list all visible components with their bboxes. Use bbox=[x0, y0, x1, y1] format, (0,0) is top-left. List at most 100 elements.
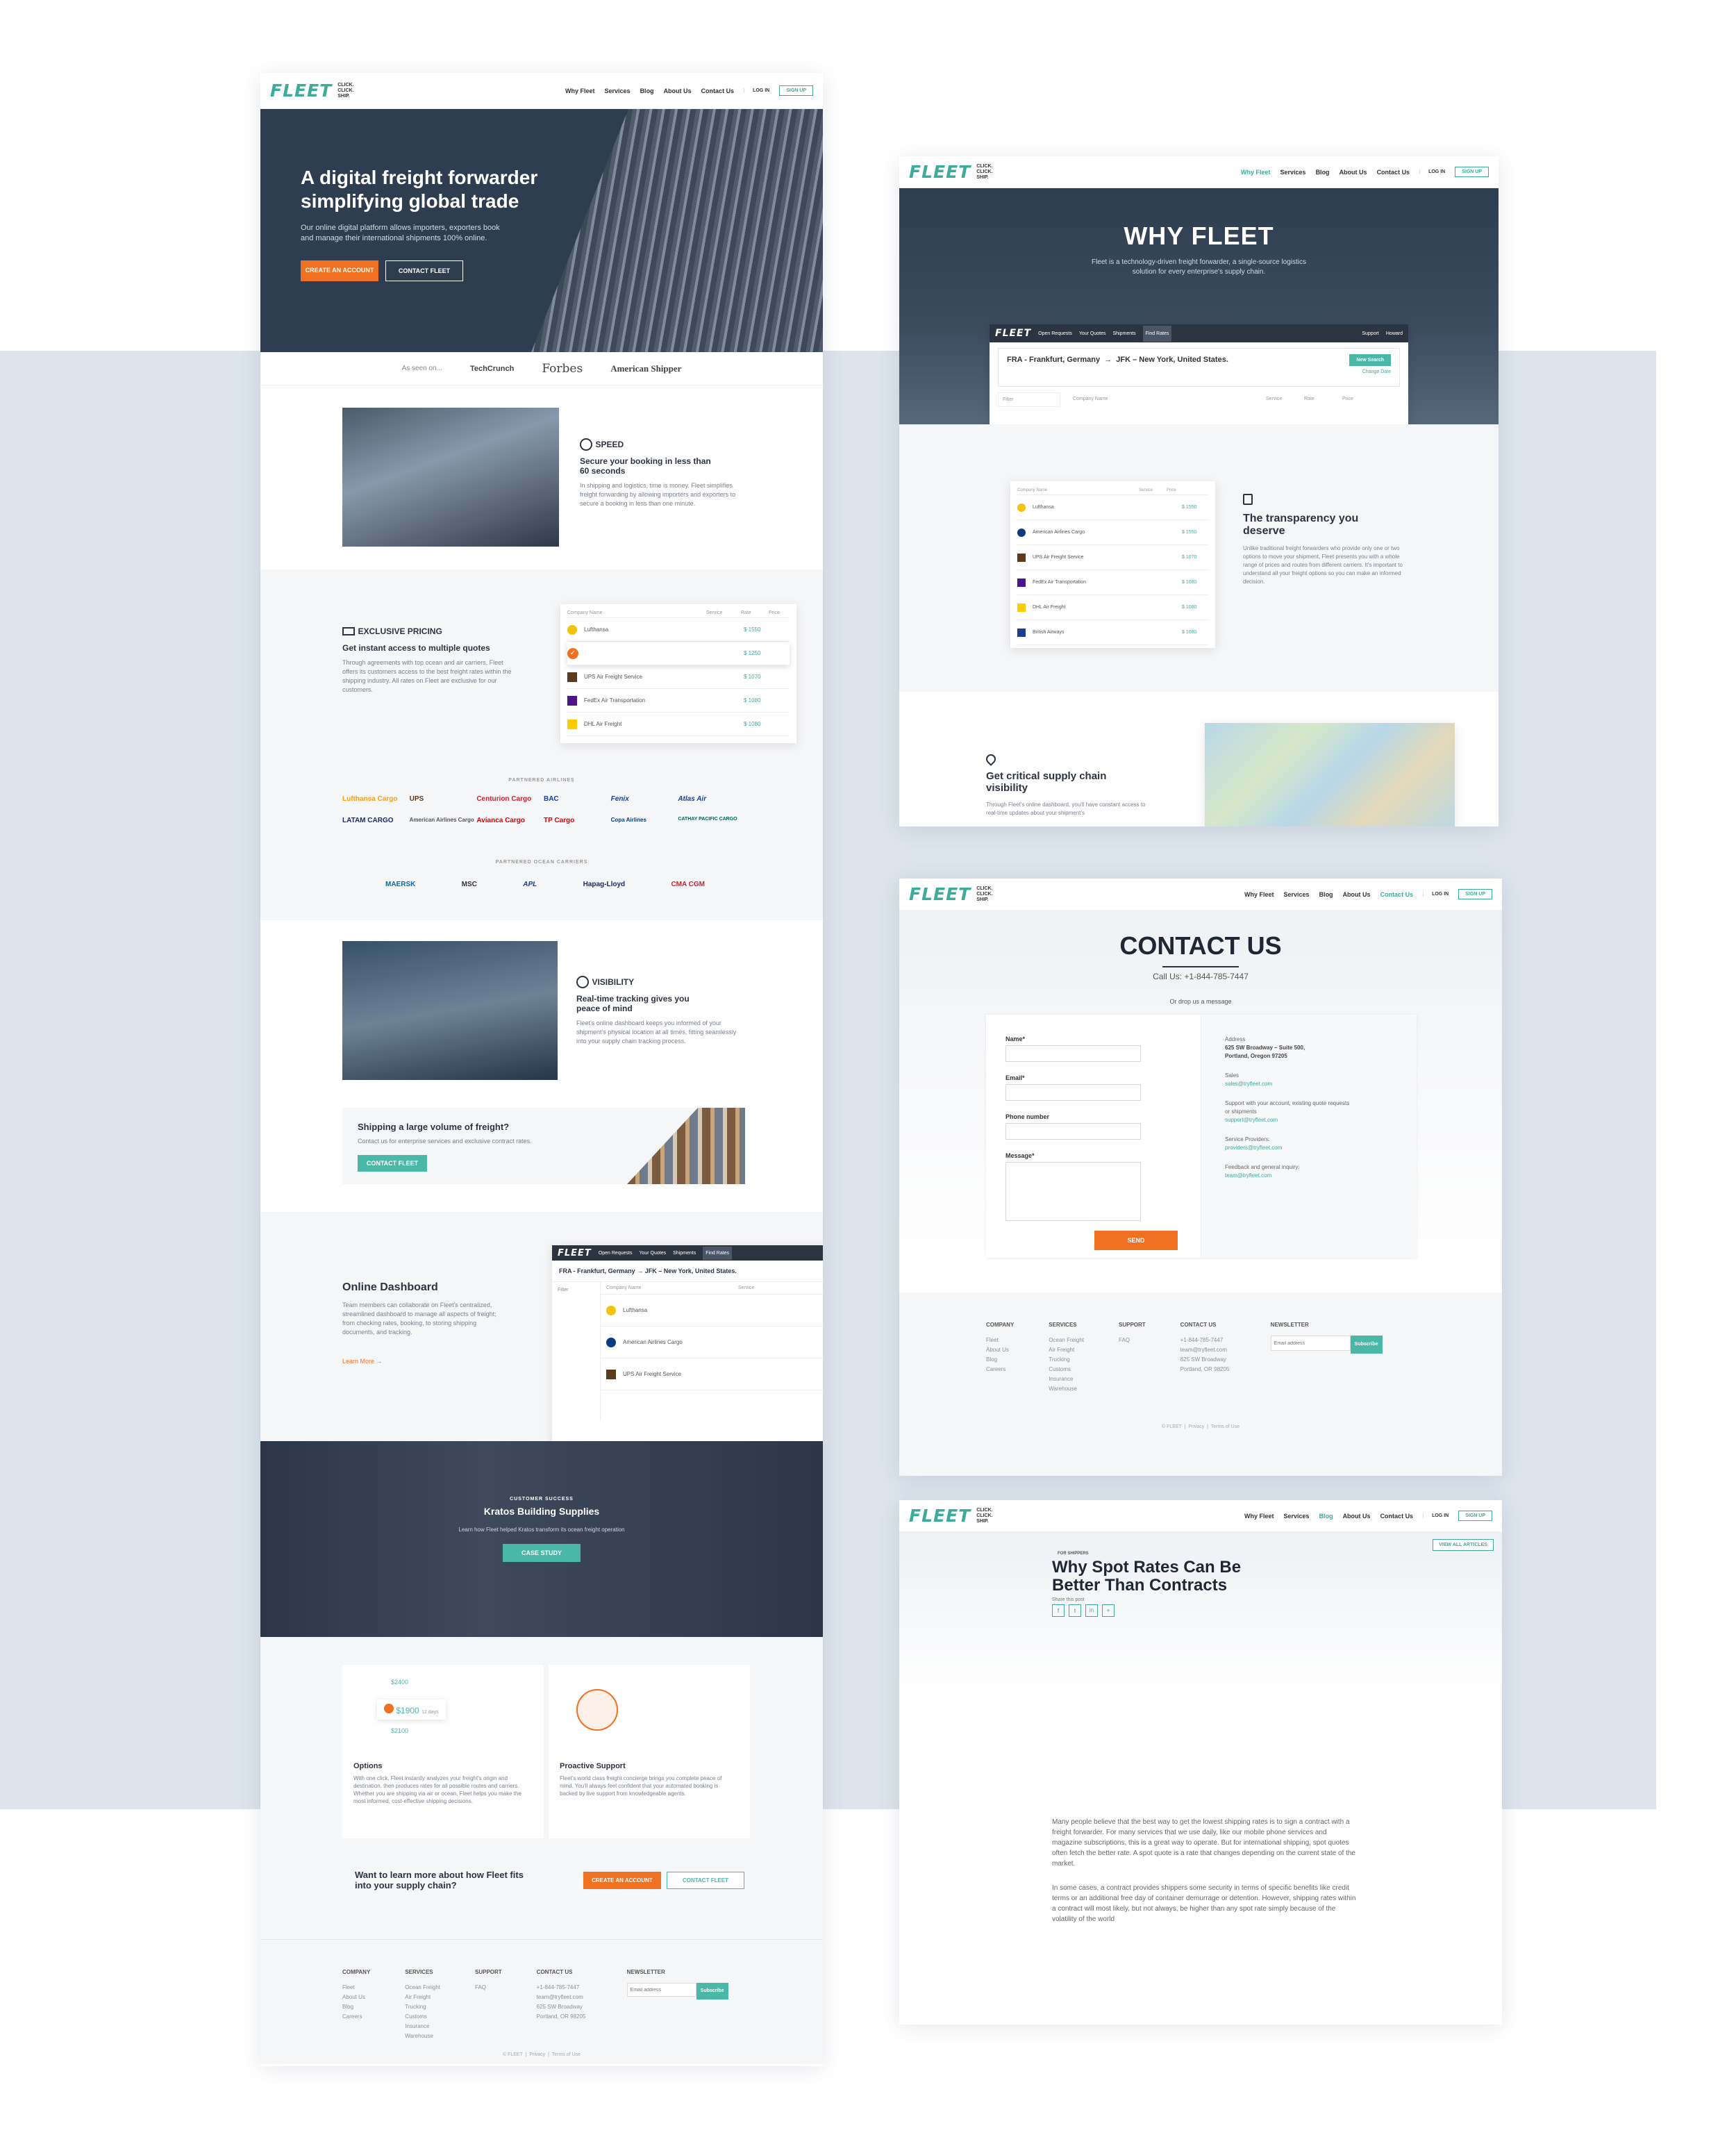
name-input[interactable] bbox=[1005, 1045, 1141, 1062]
app-tab[interactable]: Your Quotes bbox=[1079, 331, 1106, 336]
nav-about[interactable]: About Us bbox=[1343, 891, 1371, 898]
dash-row[interactable]: UPS Air Freight Service bbox=[601, 1358, 823, 1390]
login-link[interactable]: LOG IN bbox=[744, 88, 769, 93]
nav-why[interactable]: Why Fleet bbox=[1244, 891, 1274, 898]
dash-tab[interactable]: Your Quotes bbox=[639, 1251, 666, 1256]
login-link[interactable]: LOG IN bbox=[1419, 169, 1445, 174]
change-date-link[interactable]: Change Date bbox=[1362, 369, 1391, 374]
nav-services[interactable]: Services bbox=[1284, 1513, 1310, 1520]
nav-contact[interactable]: Contact Us bbox=[1377, 169, 1410, 176]
twitter-icon[interactable]: t bbox=[1069, 1604, 1081, 1617]
nav-why[interactable]: Why Fleet bbox=[1241, 169, 1271, 176]
signup-button[interactable]: SIGN UP bbox=[1458, 1511, 1492, 1521]
nav-about[interactable]: About Us bbox=[664, 88, 692, 94]
quote-row[interactable]: UPS Air Freight Service $ 1070 bbox=[567, 665, 790, 689]
drop-text: Or drop us a message bbox=[1169, 998, 1232, 1005]
newsletter-input[interactable] bbox=[1270, 1336, 1351, 1351]
nav-contact[interactable]: Contact Us bbox=[701, 88, 735, 94]
filter-label[interactable]: Filter bbox=[998, 392, 1060, 407]
nav-blog[interactable]: Blog bbox=[1319, 1513, 1333, 1520]
app-tab[interactable]: Shipments bbox=[1113, 331, 1136, 336]
newsletter-input[interactable] bbox=[626, 1983, 696, 1997]
app-support[interactable]: Support bbox=[1362, 331, 1379, 336]
signup-button[interactable]: SIGN UP bbox=[1458, 889, 1492, 899]
nav-blog[interactable]: Blog bbox=[1319, 891, 1333, 898]
nav-contact[interactable]: Contact Us bbox=[1380, 891, 1414, 898]
dash-tab[interactable]: Shipments bbox=[673, 1251, 696, 1256]
case-study-button[interactable]: CASE STUDY bbox=[503, 1544, 581, 1562]
logo[interactable]: FLEET bbox=[270, 81, 332, 101]
airline-logos: Lufthansa Cargo UPS Centurion Cargo BAC … bbox=[342, 795, 745, 824]
ocean-logo: MSC bbox=[461, 881, 477, 888]
nav-why[interactable]: Why Fleet bbox=[565, 88, 595, 94]
contact-fleet-button[interactable]: CONTACT FLEET bbox=[385, 260, 463, 281]
rate-row[interactable]: FedEx Air Transportation $ 1080 bbox=[1017, 570, 1208, 595]
speed-title: SPEED bbox=[595, 440, 624, 450]
sales-email-link[interactable]: sales@tryfleet.com bbox=[1225, 1080, 1393, 1088]
supply-visibility-section: Get critical supply chain visibility Thr… bbox=[899, 692, 1499, 826]
quote-row[interactable]: DHL Air Freight $ 1080 bbox=[567, 713, 790, 736]
rate-row[interactable]: UPS Air Freight Service $ 1070 bbox=[1017, 545, 1208, 570]
privacy-link[interactable]: Privacy bbox=[1188, 1424, 1204, 1429]
login-link[interactable]: LOG IN bbox=[1423, 892, 1449, 897]
customer-kicker: CUSTOMER SUCCESS bbox=[510, 1497, 574, 1502]
rate-row[interactable]: DHL Air Freight $ 1080 bbox=[1017, 595, 1208, 620]
blog-paragraph-2: In some cases, a contract provides shipp… bbox=[1052, 1884, 1356, 1923]
new-search-button[interactable]: New Search bbox=[1349, 354, 1391, 366]
nav-about[interactable]: About Us bbox=[1339, 169, 1367, 176]
app-user[interactable]: Howard bbox=[1386, 331, 1403, 336]
check-icon: ✓ bbox=[567, 647, 578, 659]
contact-body: CONTACT US Call Us: +1-844-785-7447 Or d… bbox=[899, 911, 1502, 1292]
features-section: $2400 $1900 12 days $2100 Options With o… bbox=[260, 1637, 823, 1939]
terms-link[interactable]: Terms of Use bbox=[552, 2052, 581, 2057]
nav-services[interactable]: Services bbox=[605, 88, 631, 94]
supply-visibility-title: Get critical supply chain visibility bbox=[986, 770, 1107, 794]
volume-contact-button[interactable]: CONTACT FLEET bbox=[358, 1155, 427, 1172]
app-tab-active[interactable]: Find Rates bbox=[1142, 325, 1172, 342]
signup-button[interactable]: SIGN UP bbox=[779, 85, 813, 96]
cta-contact-button[interactable]: CONTACT FLEET bbox=[667, 1872, 744, 1889]
nav-contact[interactable]: Contact Us bbox=[1380, 1513, 1414, 1520]
dash-route-to: JFK – New York, United States. bbox=[644, 1267, 737, 1274]
call-text: Call Us: +1-844-785-7447 bbox=[1153, 972, 1249, 981]
providers-email-link[interactable]: providers@tryfleet.com bbox=[1225, 1144, 1393, 1152]
transparency-title: The transparency you deserve bbox=[1243, 513, 1359, 537]
email-input[interactable] bbox=[1005, 1084, 1141, 1101]
dash-tab[interactable]: Open Requests bbox=[599, 1251, 633, 1256]
create-account-button[interactable]: CREATE AN ACCOUNT bbox=[301, 260, 378, 281]
rate-row[interactable]: British Airways $ 1080 bbox=[1017, 620, 1208, 645]
dash-tab-active[interactable]: Find Rates bbox=[703, 1246, 733, 1260]
view-all-articles-button[interactable]: VIEW ALL ARTICLES bbox=[1433, 1539, 1494, 1551]
quote-row-selected[interactable]: ✓ $ 1250 bbox=[567, 642, 790, 665]
subscribe-button[interactable]: Subscribe bbox=[696, 1983, 728, 2000]
nav-blog[interactable]: Blog bbox=[1316, 169, 1330, 176]
dash-row[interactable]: American Airlines Cargo bbox=[601, 1327, 823, 1358]
nav-services[interactable]: Services bbox=[1280, 169, 1306, 176]
rate-row[interactable]: Lufthansa $ 1550 bbox=[1017, 495, 1208, 520]
nav-why[interactable]: Why Fleet bbox=[1244, 1513, 1274, 1520]
speed-photo bbox=[342, 408, 559, 547]
signup-button[interactable]: SIGN UP bbox=[1455, 167, 1489, 177]
privacy-link[interactable]: Privacy bbox=[529, 2052, 545, 2057]
nav-services[interactable]: Services bbox=[1284, 891, 1310, 898]
message-textarea[interactable] bbox=[1005, 1162, 1141, 1221]
cta-create-button[interactable]: CREATE AN ACCOUNT bbox=[583, 1872, 661, 1889]
subscribe-button[interactable]: Subscribe bbox=[1350, 1336, 1383, 1354]
rate-row[interactable]: American Airlines Cargo $ 1550 bbox=[1017, 520, 1208, 545]
support-email-link[interactable]: support@tryfleet.com bbox=[1225, 1116, 1393, 1124]
linkedin-icon[interactable]: in bbox=[1085, 1604, 1098, 1617]
dash-row[interactable]: Lufthansa bbox=[601, 1295, 823, 1327]
facebook-icon[interactable]: f bbox=[1052, 1604, 1065, 1617]
feedback-email-link[interactable]: team@tryfleet.com bbox=[1225, 1172, 1393, 1180]
nav-about[interactable]: About Us bbox=[1343, 1513, 1371, 1520]
app-tab[interactable]: Open Requests bbox=[1038, 331, 1072, 336]
phone-input[interactable] bbox=[1005, 1123, 1141, 1140]
quote-row[interactable]: Lufthansa $ 1550 bbox=[567, 618, 790, 642]
learn-more-link[interactable]: Learn More → bbox=[342, 1358, 509, 1365]
terms-link[interactable]: Terms of Use bbox=[1211, 1424, 1240, 1429]
quote-row[interactable]: FedEx Air Transportation $ 1080 bbox=[567, 689, 790, 713]
send-button[interactable]: SEND bbox=[1094, 1231, 1178, 1250]
nav-blog[interactable]: Blog bbox=[640, 88, 654, 94]
share-icon[interactable]: + bbox=[1102, 1604, 1115, 1617]
login-link[interactable]: LOG IN bbox=[1423, 1513, 1449, 1518]
